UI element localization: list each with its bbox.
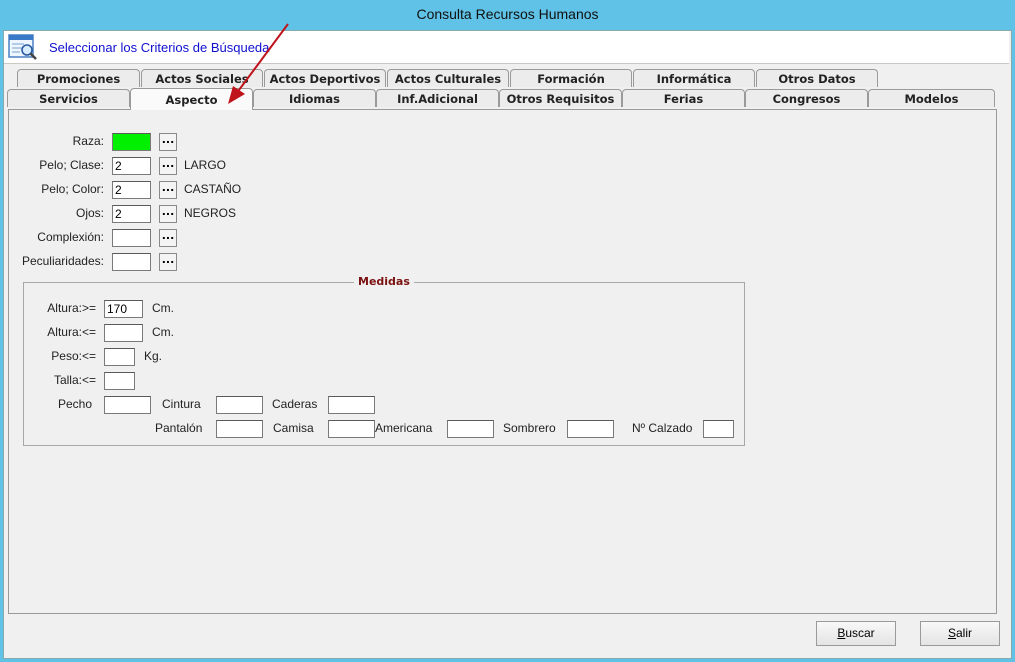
altura-min-label: Altura:>= bbox=[47, 301, 96, 315]
tab-modelos[interactable]: Modelos bbox=[868, 89, 995, 107]
tab-actos-culturales[interactable]: Actos Culturales bbox=[387, 69, 509, 87]
complexion-label: Complexión: bbox=[37, 230, 104, 244]
search-form-icon bbox=[8, 34, 37, 60]
medidas-title: Medidas bbox=[354, 275, 414, 288]
talla-input[interactable] bbox=[104, 372, 135, 390]
buscar-label: uscar bbox=[845, 626, 875, 640]
tab-inf-adicional[interactable]: Inf.Adicional bbox=[376, 89, 499, 107]
pelo-clase-input[interactable]: 2 bbox=[112, 157, 151, 175]
pantalon-label: Pantalón bbox=[155, 421, 203, 435]
sombrero-label: Sombrero bbox=[503, 421, 556, 435]
pelo-color-lookup-button[interactable]: ... bbox=[159, 181, 177, 199]
peculiaridades-label: Peculiaridades: bbox=[21, 254, 104, 268]
sombrero-input[interactable] bbox=[567, 420, 614, 438]
altura-min-unit: Cm. bbox=[152, 301, 174, 315]
caderas-label: Caderas bbox=[272, 397, 318, 411]
raza-lookup-button[interactable]: ... bbox=[159, 133, 177, 151]
altura-max-unit: Cm. bbox=[152, 325, 174, 339]
title-bar: Consulta Recursos Humanos bbox=[0, 0, 1015, 30]
peculiaridades-input[interactable] bbox=[112, 253, 151, 271]
tab-congresos[interactable]: Congresos bbox=[745, 89, 868, 107]
ojos-desc: NEGROS bbox=[184, 206, 237, 220]
americana-input[interactable] bbox=[447, 420, 494, 438]
peculiaridades-lookup-button[interactable]: ... bbox=[159, 253, 177, 271]
tab-informatica[interactable]: Informática bbox=[633, 69, 755, 87]
pelo-clase-lookup-button[interactable]: ... bbox=[159, 157, 177, 175]
altura-min-input[interactable]: 170 bbox=[104, 300, 143, 318]
vertical-scrollbar[interactable] bbox=[998, 109, 1008, 614]
tab-ferias[interactable]: Ferias bbox=[622, 89, 745, 107]
tab-actos-deportivos[interactable]: Actos Deportivos bbox=[264, 69, 386, 87]
pelo-clase-desc: LARGO bbox=[184, 158, 227, 172]
cintura-label: Cintura bbox=[162, 397, 201, 411]
altura-max-label: Altura:<= bbox=[47, 325, 96, 339]
tab-formacion[interactable]: Formación bbox=[510, 69, 632, 87]
window-client: Seleccionar los Criterios de Búsqueda Pr… bbox=[3, 30, 1012, 659]
tab-actos-sociales[interactable]: Actos Sociales bbox=[141, 69, 263, 87]
pelo-clase-label: Pelo; Clase: bbox=[39, 158, 104, 172]
form-header: Seleccionar los Criterios de Búsqueda bbox=[4, 31, 1009, 64]
caderas-input[interactable] bbox=[328, 396, 375, 414]
complexion-lookup-button[interactable]: ... bbox=[159, 229, 177, 247]
pantalon-input[interactable] bbox=[216, 420, 263, 438]
ojos-label: Ojos: bbox=[75, 206, 104, 220]
calzado-label: Nº Calzado bbox=[632, 421, 693, 435]
salir-button[interactable]: Salir bbox=[920, 621, 1000, 646]
tab-otros-datos[interactable]: Otros Datos bbox=[756, 69, 878, 87]
tab-aspecto[interactable]: Aspecto bbox=[130, 88, 253, 110]
talla-label: Talla:<= bbox=[53, 373, 96, 387]
tab-otros-requisitos[interactable]: Otros Requisitos bbox=[499, 89, 622, 107]
pelo-color-label: Pelo; Color: bbox=[41, 182, 104, 196]
camisa-label: Camisa bbox=[273, 421, 314, 435]
altura-max-input[interactable] bbox=[104, 324, 143, 342]
cintura-input[interactable] bbox=[216, 396, 263, 414]
window-title: Consulta Recursos Humanos bbox=[416, 6, 599, 22]
ojos-input[interactable]: 2 bbox=[112, 205, 151, 223]
pecho-label: Pecho bbox=[57, 397, 92, 411]
pelo-color-desc: CASTAÑO bbox=[184, 182, 242, 196]
tab-promociones[interactable]: Promociones bbox=[17, 69, 140, 87]
tab-panel-aspecto: Raza: ... Pelo; Clase: 2 ... LARGO Pelo;… bbox=[8, 109, 997, 614]
calzado-input[interactable] bbox=[703, 420, 734, 438]
complexion-input[interactable] bbox=[112, 229, 151, 247]
raza-label: Raza: bbox=[72, 134, 104, 148]
tab-idiomas[interactable]: Idiomas bbox=[253, 89, 376, 107]
peso-input[interactable] bbox=[104, 348, 135, 366]
pecho-input[interactable] bbox=[104, 396, 151, 414]
salir-accel: S bbox=[947, 626, 956, 640]
page-title: Seleccionar los Criterios de Búsqueda bbox=[49, 40, 270, 55]
peso-unit: Kg. bbox=[144, 349, 163, 363]
raza-input[interactable] bbox=[112, 133, 151, 151]
camisa-input[interactable] bbox=[328, 420, 375, 438]
tab-servicios[interactable]: Servicios bbox=[7, 89, 130, 107]
medidas-group: Medidas Altura:>= 170 Cm. Altura:<= Cm. … bbox=[23, 275, 745, 446]
peso-label: Peso:<= bbox=[51, 349, 96, 363]
americana-label: Americana bbox=[375, 421, 433, 435]
buscar-button[interactable]: Buscar bbox=[816, 621, 896, 646]
salir-label: alir bbox=[956, 626, 973, 640]
pelo-color-input[interactable]: 2 bbox=[112, 181, 151, 199]
ojos-lookup-button[interactable]: ... bbox=[159, 205, 177, 223]
